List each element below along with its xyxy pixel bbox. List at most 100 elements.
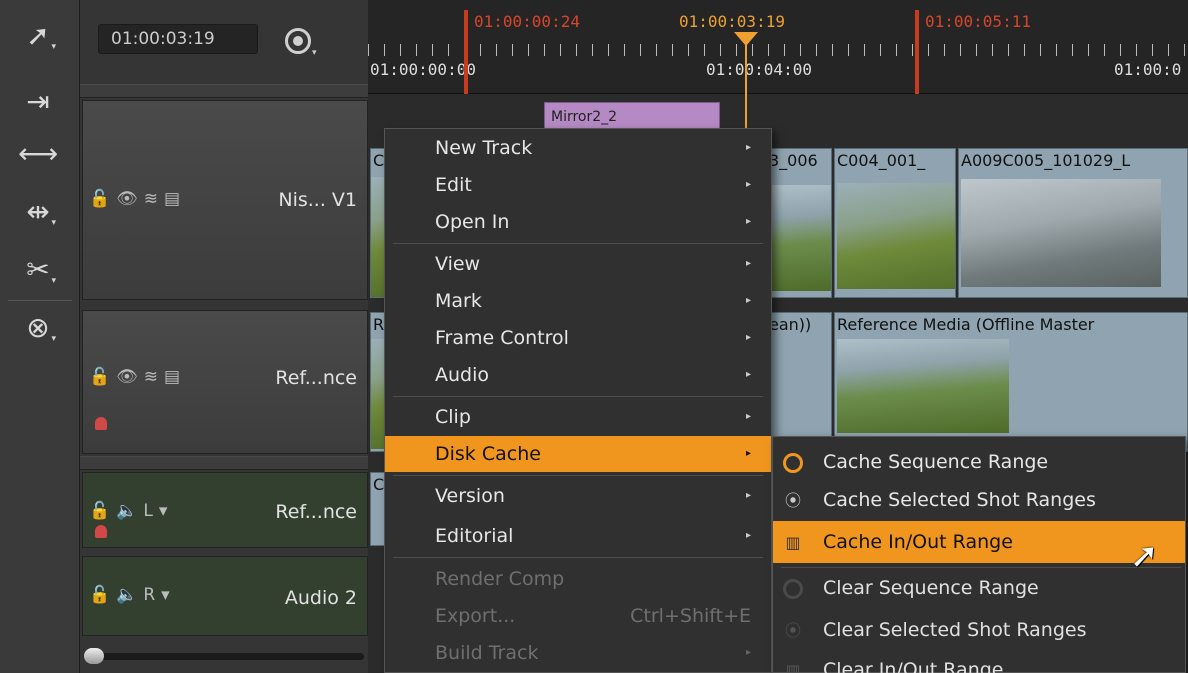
slip-icon[interactable]: ⇹ ▾ bbox=[18, 194, 58, 230]
ruler-label-end: 01:00:0 bbox=[1114, 60, 1182, 79]
track-select-glyph: ⇥ bbox=[26, 85, 50, 118]
menu-item-frame-control[interactable]: Frame Control ▸ bbox=[385, 320, 771, 356]
menu-separator bbox=[393, 243, 763, 244]
clip-ref-a[interactable]: ean)) bbox=[768, 312, 832, 452]
razor-icon[interactable]: ✂ ▾ bbox=[18, 252, 58, 288]
multi-view-glyph: ⊗ bbox=[26, 311, 50, 344]
submenu-item-cache-in-out-range[interactable]: ▥ Cache In/Out Range bbox=[773, 521, 1185, 563]
eye-icon[interactable]: 👁 bbox=[116, 189, 144, 209]
clip-v1-d[interactable]: A009C005_101029_L bbox=[958, 148, 1188, 298]
chevron-down-icon[interactable]: ▾ bbox=[159, 501, 174, 521]
track-name[interactable]: Nis... V1 bbox=[278, 189, 357, 211]
effect-clip-label: Mirror2_2 bbox=[551, 109, 618, 125]
track-header-reference[interactable]: 🔓👁≋▤ Ref...nce bbox=[82, 310, 368, 454]
track-divider[interactable] bbox=[80, 84, 368, 98]
submenu-item-cache-sequence-range[interactable]: Cache Sequence Range bbox=[773, 441, 1185, 483]
clip-label: C bbox=[373, 151, 385, 170]
select-tool-icon[interactable]: ➚ ▾ bbox=[18, 18, 58, 54]
scope-icon[interactable] bbox=[285, 28, 311, 54]
ruler-ticks bbox=[368, 44, 1188, 56]
chevron-right-icon: ▸ bbox=[745, 216, 751, 227]
timecode-field[interactable]: 01:00:03:19 bbox=[98, 24, 258, 54]
submenu-item-clear-sequence-range[interactable]: Clear Sequence Range bbox=[773, 567, 1185, 609]
mouse-cursor-icon: ➚ bbox=[1130, 536, 1159, 576]
clear-sequence-icon bbox=[783, 579, 803, 599]
track-select-icon[interactable]: ⇥ bbox=[18, 84, 58, 120]
submenu-item-clear-in-out-range[interactable]: ▥ Clear In/Out Range bbox=[773, 649, 1185, 673]
menu-item-mark[interactable]: Mark ▸ bbox=[385, 283, 771, 319]
ruler-label-mid: 01:00:04:00 bbox=[706, 60, 812, 79]
speaker-icon[interactable]: 🔈 bbox=[116, 585, 143, 605]
out-marker-label: 01:00:05:11 bbox=[925, 12, 1031, 31]
cache-icon[interactable]: ▤ bbox=[164, 367, 186, 387]
lock-icon[interactable]: 🔓 bbox=[89, 501, 116, 521]
in-marker-label: 01:00:00:24 bbox=[474, 12, 580, 31]
menu-item-open-in[interactable]: Open In ▸ bbox=[385, 204, 771, 240]
menu-item-label: New Track bbox=[435, 137, 533, 159]
track-controls[interactable]: 🔓👁≋▤ bbox=[89, 189, 186, 209]
ruler-label-start: 01:00:00:00 bbox=[370, 60, 476, 79]
menu-item-label: Audio bbox=[435, 364, 490, 386]
eye-icon[interactable]: 👁 bbox=[116, 367, 144, 387]
multi-view-icon[interactable]: ⊗ ▾ bbox=[18, 310, 58, 346]
menu-separator bbox=[393, 396, 763, 397]
menu-item-edit[interactable]: Edit ▸ bbox=[385, 167, 771, 203]
menu-item-disk-cache[interactable]: Disk Cache ▸ bbox=[385, 436, 771, 472]
cache-sequence-icon bbox=[783, 453, 803, 473]
menu-item-view[interactable]: View ▸ bbox=[385, 246, 771, 282]
track-header-audio-2[interactable]: 🔓🔈R▾ Audio 2 bbox=[82, 556, 368, 636]
track-controls[interactable]: 🔓🔈R▾ bbox=[89, 585, 176, 605]
track-header-video-1[interactable]: 🔓👁≋▤ Nis... V1 bbox=[82, 100, 368, 300]
track-controls[interactable]: 🔓👁≋▤ bbox=[89, 367, 186, 387]
layers-icon[interactable]: ≋ bbox=[144, 367, 164, 387]
menu-item-label: Render Comp bbox=[435, 568, 565, 590]
chevron-down-icon[interactable]: ▾ bbox=[161, 585, 176, 605]
clear-in-out-icon: ▥ bbox=[785, 661, 801, 673]
submenu-item-clear-selected-shot-ranges[interactable]: ⦿ Clear Selected Shot Ranges bbox=[773, 609, 1185, 651]
chevron-down-icon[interactable]: ▾ bbox=[312, 48, 317, 58]
track-name[interactable]: Ref...nce bbox=[275, 501, 357, 523]
menu-item-clip[interactable]: Clip ▸ bbox=[385, 399, 771, 435]
submenu-item-label: Clear Sequence Range bbox=[823, 577, 1039, 599]
cache-icon[interactable]: ▤ bbox=[164, 189, 186, 209]
context-menu: New Track ▸ Edit ▸ Open In ▸ View ▸ Mark ▸ Fr… bbox=[384, 128, 772, 673]
menu-item-editorial[interactable]: Editorial ▸ bbox=[385, 518, 771, 554]
alert-icon bbox=[95, 417, 107, 430]
alert-icon bbox=[95, 525, 107, 538]
zoom-slider-track[interactable] bbox=[86, 653, 364, 660]
chevron-down-icon: ▾ bbox=[51, 42, 56, 52]
speaker-icon[interactable]: 🔈 bbox=[116, 501, 143, 521]
lock-icon[interactable]: 🔓 bbox=[89, 189, 116, 209]
menu-separator bbox=[393, 557, 763, 558]
layers-icon[interactable]: ≋ bbox=[144, 189, 164, 209]
ripple-icon[interactable]: ⟷ bbox=[18, 136, 58, 172]
submenu-item-label: Cache In/Out Range bbox=[823, 531, 1013, 553]
clip-label: R bbox=[373, 315, 385, 334]
clip-label: Reference Media (Offline Master bbox=[837, 315, 1095, 334]
lock-icon[interactable]: 🔓 bbox=[89, 585, 116, 605]
in-marker[interactable] bbox=[464, 10, 468, 94]
track-header-audio-1[interactable]: 🔓🔈L▾ Ref...nce bbox=[82, 472, 368, 548]
zoom-slider-handle[interactable] bbox=[84, 648, 104, 664]
menu-item-shortcut: Ctrl+Shift+E bbox=[630, 605, 751, 627]
submenu-item-cache-selected-shot-ranges[interactable]: ⦿ Cache Selected Shot Ranges bbox=[773, 479, 1185, 521]
track-name[interactable]: Audio 2 bbox=[285, 587, 357, 609]
track-controls[interactable]: 🔓🔈L▾ bbox=[89, 501, 173, 521]
clip-ref-b[interactable]: Reference Media (Offline Master bbox=[834, 312, 1188, 452]
clip-v1-b[interactable]: 3_006 bbox=[768, 148, 832, 298]
menu-item-build-track: Build Track ▸ bbox=[385, 635, 771, 671]
channel-label[interactable]: L bbox=[143, 501, 158, 521]
clip-thumbnail bbox=[769, 185, 831, 291]
menu-item-export: Export... Ctrl+Shift+E bbox=[385, 598, 771, 634]
menu-item-new-track[interactable]: New Track ▸ bbox=[385, 130, 771, 166]
track-divider[interactable] bbox=[80, 456, 368, 470]
channel-label[interactable]: R bbox=[143, 585, 161, 605]
menu-item-audio[interactable]: Audio ▸ bbox=[385, 357, 771, 393]
clip-v1-c[interactable]: C004_001_ bbox=[834, 148, 956, 298]
chevron-right-icon: ▸ bbox=[745, 647, 751, 658]
menu-item-version[interactable]: Version ▸ bbox=[385, 478, 771, 514]
lock-icon[interactable]: 🔓 bbox=[89, 367, 116, 387]
out-marker[interactable] bbox=[915, 10, 919, 94]
track-name[interactable]: Ref...nce bbox=[275, 367, 357, 389]
zoom-slider[interactable] bbox=[82, 648, 368, 664]
